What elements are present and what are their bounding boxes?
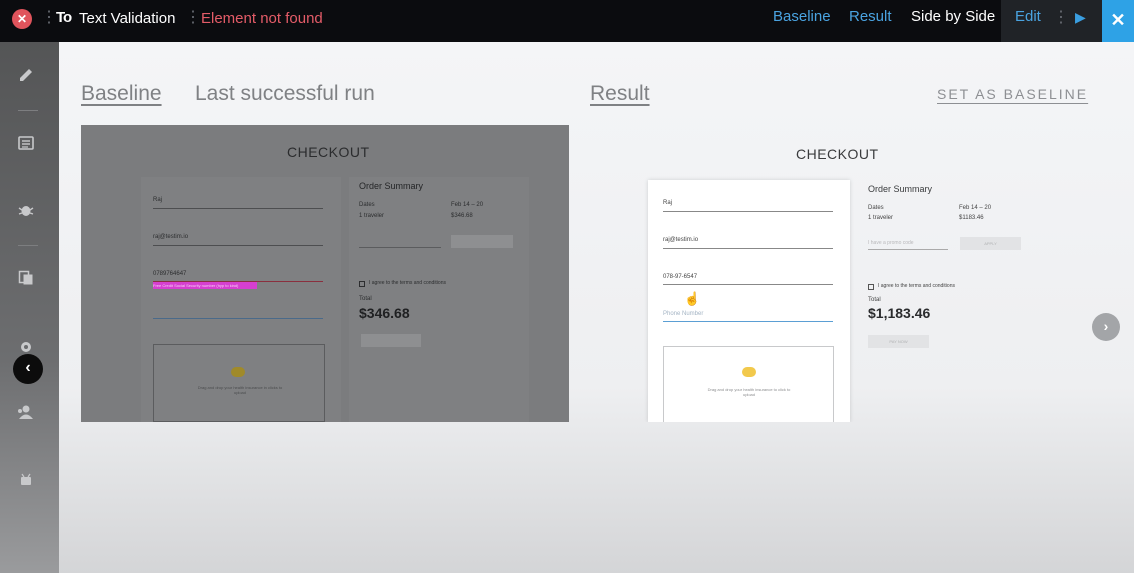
checkout-title: CHECKOUT (796, 146, 879, 162)
testim-logo: To (56, 9, 72, 26)
more-menu-icon[interactable]: ⋮ (1053, 8, 1069, 28)
traveler-label: 1 traveler (359, 213, 385, 219)
play-icon[interactable]: ▶ (1075, 9, 1086, 26)
apply-button[interactable]: APPLY (960, 237, 1021, 250)
checkout-title: CHECKOUT (287, 144, 370, 160)
baseline-heading[interactable]: Baseline (81, 82, 162, 106)
total-amount: $1,183.46 (868, 305, 931, 321)
email-field-value: raj@testim.io (663, 237, 699, 243)
order-summary-title: Order Summary (868, 184, 933, 194)
edit-button[interactable]: Edit (1015, 8, 1041, 25)
upload-dropzone: Drag and drop your health insurance in c… (153, 344, 325, 422)
pencil-icon[interactable] (16, 66, 36, 86)
bug-icon[interactable] (16, 202, 36, 222)
field-underline (153, 208, 323, 209)
order-summary-card: Order Summary Dates Feb 14 – 20 1 travel… (858, 180, 1048, 422)
field-underline (663, 211, 833, 212)
dates-label: Dates (359, 202, 375, 208)
baseline-screenshot: CHECKOUT Raj raj@testim.io 0789764647 Fr… (81, 125, 569, 422)
total-label: Total (359, 296, 372, 302)
hand-cursor-icon: ☝ (684, 291, 701, 306)
field-underline (663, 284, 833, 285)
field-underline (153, 245, 323, 246)
order-summary-card: Order Summary Dates Feb 14 – 20 1 travel… (349, 177, 529, 422)
tab-result[interactable]: Result (849, 8, 892, 25)
dates-value: Feb 14 – 20 (451, 202, 484, 208)
tab-side-by-side[interactable]: Side by Side (911, 8, 995, 25)
apply-button (451, 235, 513, 248)
tab-baseline[interactable]: Baseline (773, 8, 831, 25)
form-card: Raj raj@testim.io 0789764647 Free Credit… (141, 177, 341, 422)
terms-checkbox[interactable] (868, 284, 874, 290)
field-underline (663, 248, 833, 249)
name-field-value: Raj (153, 197, 163, 203)
total-amount: $346.68 (359, 305, 410, 321)
dates-value: Feb 14 – 20 (959, 205, 992, 211)
field-underline (153, 318, 323, 319)
result-heading[interactable]: Result (590, 82, 650, 106)
set-as-baseline-button[interactable]: SET AS BASELINE (937, 86, 1088, 102)
sidebar: ‹ (0, 42, 59, 573)
next-arrow-button[interactable]: › (1092, 313, 1120, 341)
pay-now-button[interactable]: PAY NOW (868, 335, 929, 348)
kebab-menu-icon[interactable]: ⋮ (41, 8, 57, 28)
upload-dropzone[interactable]: Drag and drop your health insurance to c… (663, 346, 834, 422)
close-icon[interactable]: ✕ (12, 9, 32, 29)
ssn-field-value: 0789764647 (153, 271, 187, 277)
order-summary-title: Order Summary (359, 181, 424, 191)
name-field-value: Raj (663, 200, 673, 206)
sidebar-divider (18, 110, 38, 111)
collapse-sidebar-button[interactable]: ‹ (13, 354, 43, 384)
promo-placeholder[interactable]: I have a promo code (868, 240, 914, 246)
error-status: Element not found (201, 10, 323, 27)
terms-label: I agree to the terms and conditions (369, 280, 446, 286)
ssn-field-value: 078-97-6547 (663, 274, 698, 280)
upload-hint: Drag and drop your health insurance in c… (197, 385, 283, 395)
price-value: $1183.46 (959, 215, 984, 221)
promo-underline (868, 249, 948, 250)
copy-icon[interactable] (16, 270, 36, 290)
upload-hint: Drag and drop your health insurance to c… (707, 387, 791, 397)
users-icon[interactable] (16, 404, 36, 424)
upload-cloud-icon (231, 367, 245, 377)
sidebar-divider (18, 245, 38, 246)
validation-highlight: Free Credit Social Security number (hyp … (153, 282, 257, 289)
dates-label: Dates (868, 205, 884, 211)
result-screenshot: CHECKOUT Raj raj@testim.io 078-97-6547 ☝… (590, 125, 1110, 422)
terms-checkbox (359, 281, 365, 287)
last-run-label: Last successful run (195, 82, 375, 105)
phone-placeholder[interactable]: Phone Number (663, 311, 703, 317)
email-field-value: raj@testim.io (153, 234, 189, 240)
main-content: Baseline Last successful run Result SET … (59, 42, 1134, 573)
separator-icon: ⋮ (185, 9, 201, 26)
form-card: Raj raj@testim.io 078-97-6547 ☝ Phone Nu… (648, 180, 850, 422)
total-label: Total (868, 297, 881, 303)
terms-label: I agree to the terms and conditions (878, 283, 955, 289)
traveler-label: 1 traveler (868, 215, 894, 221)
android-icon[interactable] (16, 472, 36, 492)
top-bar: ✕ ⋮ To Text Validation ⋮ Element not fou… (0, 0, 1134, 42)
promo-underline (359, 247, 441, 248)
step-title: Text Validation (79, 10, 176, 27)
close-panel-button[interactable]: ✕ (1102, 0, 1134, 42)
pay-button (361, 334, 421, 347)
upload-cloud-icon (742, 367, 756, 377)
price-value: $346.68 (451, 213, 473, 219)
phone-underline (663, 321, 833, 322)
list-icon[interactable] (16, 135, 36, 155)
